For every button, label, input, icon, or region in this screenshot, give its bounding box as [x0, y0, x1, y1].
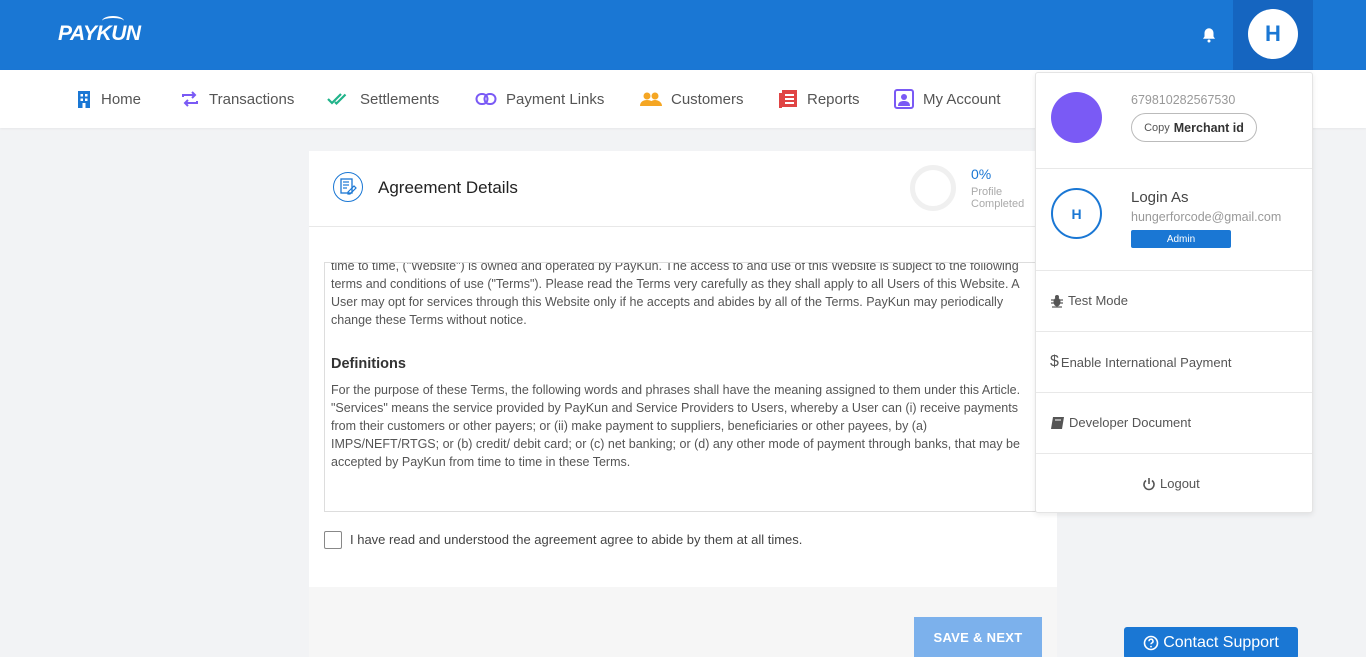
intl-payment-row[interactable]: $ Enable International Payment — [1036, 332, 1312, 393]
logout-label: Logout — [1160, 476, 1200, 491]
document-edit-icon — [333, 172, 363, 202]
bell-icon[interactable] — [1200, 26, 1218, 44]
top-bar: PAYKUN H — [0, 0, 1366, 70]
contact-support-label: Contact Support — [1163, 634, 1279, 651]
logo-text: PAYKUN — [58, 22, 141, 45]
bug-icon — [1051, 294, 1063, 308]
copy-prefix: Copy — [1144, 121, 1170, 134]
dev-doc-row[interactable]: Developer Document — [1036, 393, 1312, 454]
contact-support-button[interactable]: Contact Support — [1124, 627, 1298, 657]
progress-label-line-1: Profile — [971, 186, 1003, 198]
book-icon — [1051, 416, 1064, 429]
nav-label: Home — [101, 90, 142, 108]
nav-label: Settlements — [360, 90, 440, 108]
intl-payment-label: Enable International Payment — [1060, 354, 1232, 370]
login-email: hungerforcode@gmail.com — [1131, 210, 1282, 224]
nav-item-my-account[interactable]: My Account — [894, 88, 1001, 110]
login-avatar: H — [1051, 188, 1102, 239]
nav-label: My Account — [923, 90, 1001, 108]
user-menu-toggle[interactable]: H — [1233, 0, 1313, 70]
double-check-icon — [327, 93, 347, 106]
user-dropdown-menu: 679810282567530 Copy Merchant id H Login… — [1035, 72, 1313, 513]
copy-label: Merchant id — [1173, 120, 1244, 135]
nav-item-home[interactable]: Home — [76, 88, 141, 110]
login-section: H Login As hungerforcode@gmail.com Admin — [1036, 169, 1312, 271]
card-footer: SAVE & NEXT — [309, 587, 1057, 657]
nav-label: Payment Links — [506, 90, 605, 108]
nav-item-reports[interactable]: Reports — [778, 88, 860, 110]
paykun-logo[interactable]: PAYKUN — [58, 16, 141, 46]
users-icon — [640, 92, 662, 106]
agree-checkbox[interactable] — [324, 531, 342, 549]
terms-paragraph: For the purpose of these Terms, the foll… — [331, 383, 1021, 469]
nav-item-settlements[interactable]: Settlements — [327, 88, 439, 110]
help-circle-icon — [1143, 635, 1159, 651]
nav-item-transactions[interactable]: Transactions — [180, 88, 294, 110]
report-icon — [779, 90, 797, 108]
terms-scroll-box[interactable]: time to time, ("Website") is owned and o… — [324, 262, 1036, 512]
merchant-avatar — [1051, 92, 1102, 143]
logo-arc — [102, 16, 124, 26]
terms-content: time to time, ("Website") is owned and o… — [331, 262, 1031, 471]
link-icon — [475, 93, 497, 105]
account-icon — [894, 89, 914, 109]
dev-doc-item[interactable]: Developer Document — [1050, 415, 1191, 430]
user-avatar: H — [1248, 9, 1298, 59]
card-header: Agreement Details 0% Profile Completed — [309, 151, 1057, 227]
profile-progress-ring — [910, 165, 956, 211]
copy-merchant-id-button[interactable]: Copy Merchant id — [1131, 113, 1257, 142]
repeat-icon — [182, 91, 198, 107]
logout-item[interactable]: Logout — [1142, 476, 1200, 491]
dev-doc-label: Developer Document — [1069, 415, 1192, 430]
intl-payment-item[interactable]: $ Enable International Payment — [1050, 353, 1231, 371]
power-icon — [1143, 477, 1155, 490]
login-as-label: Login As — [1131, 189, 1189, 206]
merchant-section: 679810282567530 Copy Merchant id — [1036, 73, 1312, 169]
terms-paragraph: time to time, ("Website") is owned and o… — [331, 262, 1019, 327]
logout-row[interactable]: Logout — [1036, 454, 1312, 513]
nav-item-payment-links[interactable]: Payment Links — [475, 88, 604, 110]
progress-label-line-2: Completed — [971, 198, 1025, 210]
nav-item-customers[interactable]: Customers — [640, 88, 744, 110]
agree-label: I have read and understood the agreement… — [350, 532, 803, 547]
save-next-button[interactable]: SAVE & NEXT — [914, 617, 1042, 657]
nav-label: Transactions — [209, 90, 295, 108]
profile-progress-value: 0% — [971, 166, 992, 182]
page-title: Agreement Details — [378, 178, 518, 197]
nav-label: Customers — [671, 90, 744, 108]
profile-progress-label: Profile Completed — [971, 186, 1024, 210]
test-mode-label: Test Mode — [1068, 293, 1128, 308]
agreement-card: Agreement Details 0% Profile Completed t… — [309, 151, 1057, 657]
role-badge: Admin — [1131, 230, 1231, 248]
test-mode-item[interactable]: Test Mode — [1050, 293, 1128, 308]
nav-label: Reports — [807, 90, 860, 108]
merchant-id: 679810282567530 — [1131, 93, 1236, 107]
terms-heading: Definitions — [331, 356, 406, 372]
test-mode-row[interactable]: Test Mode — [1036, 271, 1312, 332]
dollar-icon: $ — [1050, 353, 1059, 370]
building-icon — [78, 91, 90, 108]
